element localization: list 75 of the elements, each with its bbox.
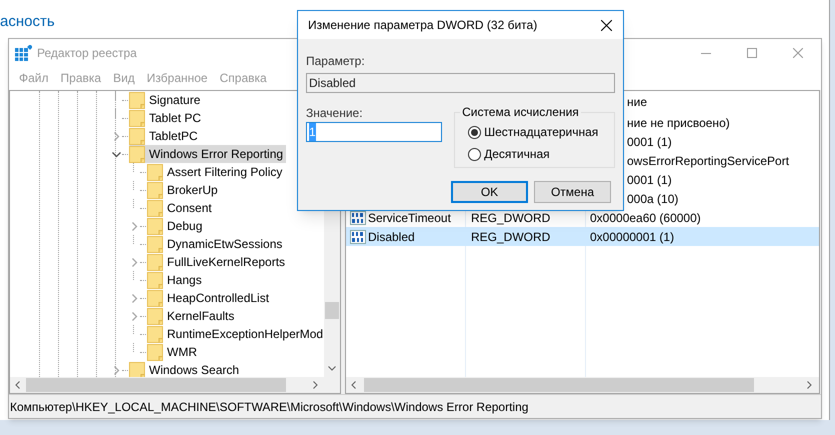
table-cell: REG_DWORD: [471, 210, 550, 225]
tree-item[interactable]: KernelFaults: [147, 307, 238, 326]
field-label: Параметр:: [306, 54, 366, 68]
tree-item[interactable]: DynamicEtwSessions: [147, 235, 286, 254]
registry-icon: [15, 44, 32, 61]
scrollbar-thumb[interactable]: [26, 378, 286, 392]
tree-item[interactable]: HeapControlledList: [147, 289, 272, 308]
table-cell-text: Disabled: [368, 228, 415, 246]
window-title: Редактор реестра: [37, 44, 137, 62]
folder-icon: [129, 110, 145, 127]
tree-item[interactable]: Debug: [147, 217, 206, 236]
tree-item[interactable]: WMR: [147, 343, 200, 362]
selected-row[interactable]: Disabled REG_DWORD 0x00000001 (1): [346, 227, 819, 246]
scroll-down-icon[interactable]: [328, 366, 336, 372]
table-cell-text: 0x0000ea60 (60000): [589, 210, 701, 227]
chevron-right-icon[interactable]: [130, 222, 138, 231]
close-icon: [793, 48, 803, 58]
folder-icon: [147, 272, 163, 289]
tree-item[interactable]: FullLiveKernelReports: [147, 253, 288, 272]
table-cell-text: 0x00000001 (1): [589, 228, 674, 246]
folder-icon: [147, 164, 163, 181]
scroll-left-icon[interactable]: [351, 381, 356, 390]
scrollbar-thumb[interactable]: [364, 378, 754, 392]
chevron-right-icon[interactable]: [112, 366, 120, 375]
cancel-button[interactable]: Отмена: [534, 181, 611, 203]
folder-icon: [147, 326, 163, 343]
chevron-down-icon[interactable]: [112, 150, 120, 159]
parameter-field: Disabled: [306, 73, 615, 93]
radio-option[interactable]: Шестнадцатеричная: [468, 123, 614, 141]
link[interactable]: асность: [0, 11, 55, 34]
value-text: 1: [309, 123, 316, 141]
folder-icon: [147, 236, 163, 253]
ok-button[interactable]: OK: [451, 181, 528, 203]
tree-item[interactable]: Tablet PC: [129, 109, 204, 128]
tree-item[interactable]: Windows Search: [129, 361, 242, 378]
horizontal-scrollbar[interactable]: [346, 377, 819, 394]
chevron-right-icon[interactable]: [130, 258, 138, 267]
table-cell-text: ServiceTimeout: [368, 210, 451, 227]
field-label: Значение:: [306, 106, 364, 120]
tree-item[interactable]: Consent: [147, 199, 215, 218]
folder-icon: [147, 344, 163, 361]
tree-item[interactable]: Hangs: [147, 271, 205, 290]
folder-icon: [147, 182, 163, 199]
tree-item[interactable]: Windows Error Reporting: [129, 145, 286, 164]
folder-icon: [147, 200, 163, 217]
folder-icon: [129, 362, 145, 378]
dialog-title: Изменение параметра DWORD (32 бита): [308, 17, 538, 34]
folder-icon: [129, 146, 145, 163]
binary-value-icon: [350, 230, 366, 244]
maximize-icon: [747, 48, 757, 58]
tree-item[interactable]: RuntimeExceptionHelperMod: [147, 325, 324, 344]
folder-icon: [129, 128, 145, 145]
folder-icon: [147, 308, 163, 325]
scroll-right-icon[interactable]: [313, 381, 318, 390]
binary-value-icon: [350, 210, 366, 225]
table-cell-text: owsErrorReportingServicePort: [626, 152, 790, 170]
scroll-right-icon[interactable]: [807, 381, 812, 390]
close-icon: [600, 20, 612, 30]
table-cell: REG_DWORD: [471, 230, 550, 244]
scrollbar-thumb[interactable]: [325, 302, 339, 320]
folder-icon: [147, 254, 163, 271]
table-cell-text: 0001 (1): [626, 172, 672, 189]
tree-item[interactable]: BrokerUp: [147, 181, 221, 200]
folder-icon: [147, 290, 163, 307]
folder-icon: [147, 218, 163, 235]
status-path: Компьютер\HKEY_LOCAL_MACHINE\SOFTWARE\Microsoft\Windows\Windows Error Reporting: [10, 398, 528, 416]
horizontal-scrollbar[interactable]: [10, 377, 340, 394]
chevron-right-icon[interactable]: [112, 132, 120, 141]
tree-item[interactable]: Signature: [129, 91, 204, 110]
scroll-left-icon[interactable]: [15, 381, 20, 390]
tree-item[interactable]: TabletPC: [129, 127, 201, 146]
radio-option[interactable]: Десятичная: [468, 145, 614, 163]
folder-icon: [129, 92, 145, 109]
table-cell-text: ние не присвоено): [626, 114, 730, 132]
tree-item[interactable]: Assert Filtering Policy: [147, 163, 286, 182]
